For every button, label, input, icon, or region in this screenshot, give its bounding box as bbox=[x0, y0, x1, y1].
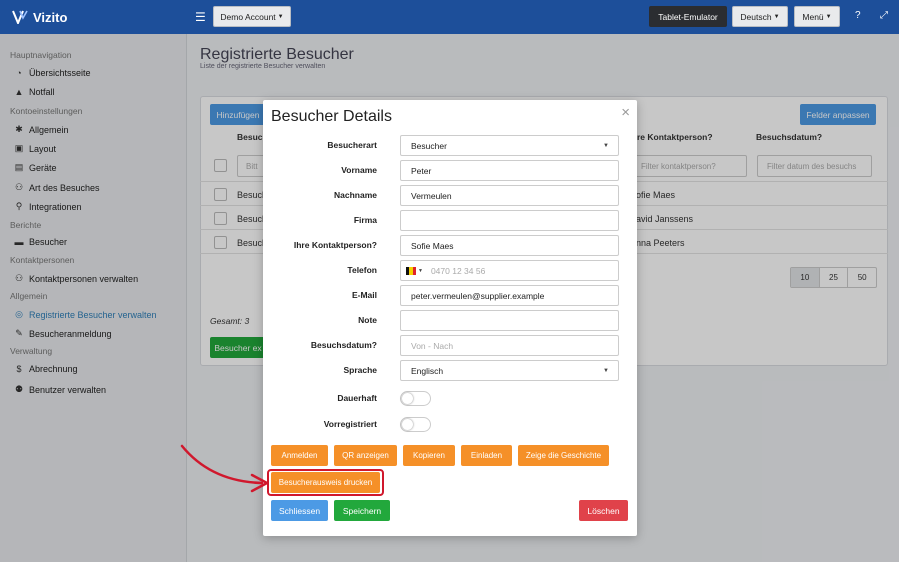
vorname-input[interactable]: Peter bbox=[400, 160, 619, 181]
tablet-emulator-label: Tablet-Emulator bbox=[658, 11, 718, 22]
loeschen-label: Löschen bbox=[587, 505, 620, 516]
besuchsdatum-input[interactable]: Von - Nach bbox=[400, 335, 619, 356]
chevron-down-icon: ▼ bbox=[773, 13, 780, 20]
besucherausweis-drucken-button[interactable]: Besucherausweis drucken bbox=[271, 472, 380, 493]
speichern-button[interactable]: Speichern bbox=[334, 500, 390, 521]
vorname-value: Peter bbox=[411, 165, 432, 176]
demo-account-dropdown[interactable]: Demo Account ▼ bbox=[213, 6, 291, 27]
chevron-down-icon: ▼ bbox=[277, 13, 284, 20]
fullscreen-icon[interactable]: ⤢ bbox=[880, 10, 888, 21]
chevron-down-icon: ▼ bbox=[825, 13, 832, 20]
chevron-down-icon[interactable]: ▼ bbox=[418, 268, 423, 274]
label-email: E-Mail bbox=[351, 290, 377, 300]
brand-name: Vizito bbox=[33, 9, 68, 25]
telefon-input[interactable]: ▼ 0470 12 34 56 bbox=[400, 260, 619, 281]
brand[interactable]: Vizito bbox=[0, 10, 187, 25]
menu-dropdown[interactable]: Menü ▼ bbox=[794, 6, 840, 27]
demo-account-label: Demo Account bbox=[220, 11, 276, 22]
modal-backdrop-sidebar[interactable] bbox=[0, 34, 187, 562]
nachname-value: Vermeulen bbox=[411, 190, 452, 201]
label-sprache: Sprache bbox=[343, 365, 377, 375]
modal-title: Besucher Details bbox=[271, 108, 392, 125]
tablet-emulator-button[interactable]: Tablet-Emulator bbox=[649, 6, 727, 27]
close-icon[interactable]: × bbox=[621, 104, 630, 121]
schliessen-label: Schliessen bbox=[278, 505, 321, 516]
kontaktperson-input[interactable]: Sofie Maes bbox=[400, 235, 619, 256]
help-icon[interactable]: ? bbox=[855, 10, 861, 21]
email-value: peter.vermeulen@supplier.example bbox=[411, 290, 545, 301]
vizito-logo-icon bbox=[12, 10, 28, 24]
firma-input[interactable] bbox=[400, 210, 619, 231]
note-input[interactable] bbox=[400, 310, 619, 331]
label-note: Note bbox=[358, 315, 377, 325]
geschichte-label: Zeige die Geschichte bbox=[525, 451, 602, 460]
language-dropdown[interactable]: Deutsch ▼ bbox=[732, 6, 788, 27]
kopieren-button[interactable]: Kopieren bbox=[403, 445, 455, 466]
label-nachname: Nachname bbox=[334, 190, 377, 200]
menu-label: Menü bbox=[802, 11, 824, 22]
besuchsdatum-placeholder: Von - Nach bbox=[411, 340, 454, 351]
ausweis-label: Besucherausweis drucken bbox=[278, 478, 373, 487]
language-label: Deutsch bbox=[740, 11, 772, 22]
qr-label: QR anzeigen bbox=[342, 451, 389, 460]
geschichte-button[interactable]: Zeige die Geschichte bbox=[518, 445, 609, 466]
vorregistriert-toggle[interactable] bbox=[400, 417, 431, 432]
nachname-input[interactable]: Vermeulen bbox=[400, 185, 619, 206]
label-firma: Firma bbox=[353, 215, 377, 225]
einladen-label: Einladen bbox=[470, 451, 503, 460]
label-telefon: Telefon bbox=[347, 265, 377, 275]
anmelden-label: Anmelden bbox=[281, 451, 318, 460]
kopieren-label: Kopieren bbox=[412, 451, 446, 460]
label-vorname: Vorname bbox=[341, 165, 377, 175]
label-besucherart: Besucherart bbox=[327, 140, 377, 150]
email-input[interactable]: peter.vermeulen@supplier.example bbox=[400, 285, 619, 306]
caret-down-icon: ▼ bbox=[603, 367, 609, 374]
telefon-placeholder: 0470 12 34 56 bbox=[430, 265, 486, 276]
sprache-value: Englisch bbox=[411, 365, 444, 376]
sprache-select[interactable]: Englisch ▼ bbox=[400, 360, 619, 381]
label-kontaktperson: Ihre Kontaktperson? bbox=[293, 240, 377, 250]
qr-anzeigen-button[interactable]: QR anzeigen bbox=[334, 445, 397, 466]
besucherart-value: Besucher bbox=[411, 140, 447, 151]
kontaktperson-value: Sofie Maes bbox=[411, 240, 454, 251]
besucherart-select[interactable]: Besucher ▼ bbox=[400, 135, 619, 156]
einladen-button[interactable]: Einladen bbox=[461, 445, 512, 466]
annotation-arrow-icon bbox=[180, 444, 269, 493]
loeschen-button[interactable]: Löschen bbox=[579, 500, 628, 521]
speichern-label: Speichern bbox=[342, 505, 382, 516]
visitor-details-modal: Besucher Details × Besucherart Besucher ▼… bbox=[263, 100, 637, 536]
dauerhaft-toggle[interactable] bbox=[400, 391, 431, 406]
label-dauerhaft: Dauerhaft bbox=[337, 393, 377, 403]
label-vorregistriert: Vorregistriert bbox=[323, 419, 377, 429]
anmelden-button[interactable]: Anmelden bbox=[271, 445, 328, 466]
hamburger-icon[interactable]: ☰ bbox=[195, 10, 206, 24]
caret-down-icon: ▼ bbox=[603, 142, 609, 149]
schliessen-button[interactable]: Schliessen bbox=[271, 500, 328, 521]
belgium-flag-icon[interactable] bbox=[406, 266, 416, 275]
label-besuchsdatum: Besuchsdatum? bbox=[310, 340, 377, 350]
